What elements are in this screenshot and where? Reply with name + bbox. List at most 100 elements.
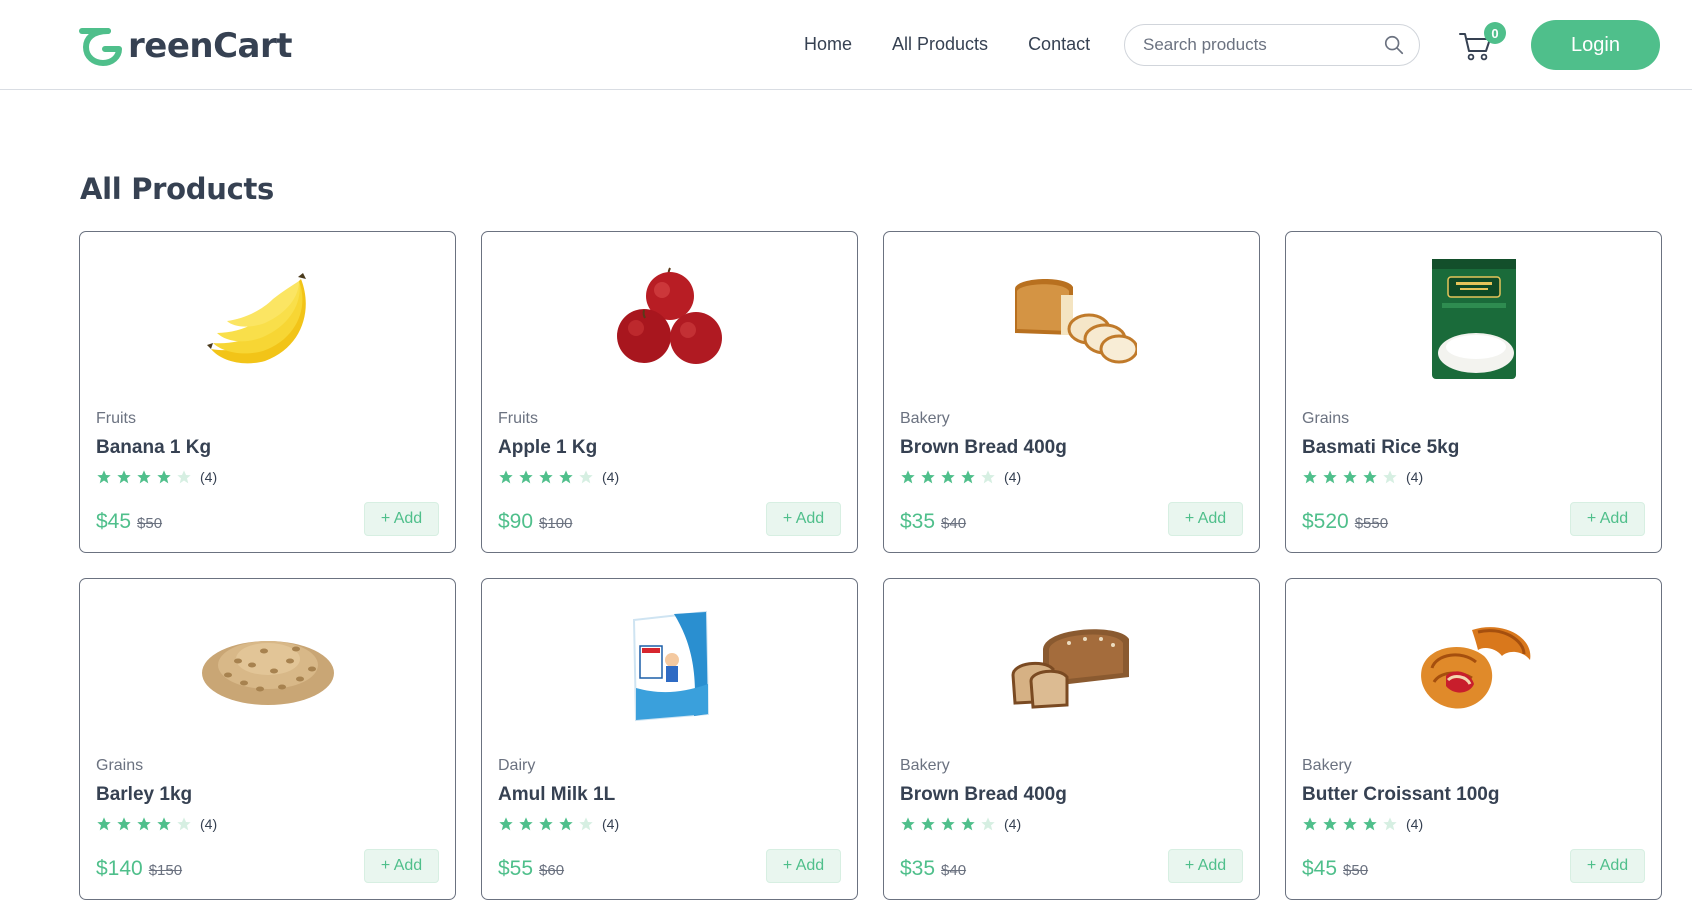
price-current: $45 <box>96 510 132 533</box>
product-card[interactable]: Bakery Brown Bread 400g (4) $35 $40 + Ad… <box>883 231 1260 553</box>
product-card[interactable]: Dairy Amul Milk 1L (4) $55 $60 + Add <box>481 578 858 900</box>
star-filled-icon <box>901 470 915 484</box>
barley-image[interactable] <box>80 601 455 731</box>
star-empty-icon <box>1383 470 1397 484</box>
rating-count: (4) <box>1004 816 1022 832</box>
banana-image[interactable] <box>80 254 455 384</box>
star-filled-icon <box>1323 817 1337 831</box>
rating-count: (4) <box>1406 816 1424 832</box>
star-empty-icon <box>1383 817 1397 831</box>
star-filled-icon <box>559 470 573 484</box>
add-to-cart-button[interactable]: + Add <box>766 849 841 883</box>
star-filled-icon <box>961 470 975 484</box>
product-price: $55 $60 <box>498 857 564 881</box>
star-filled-icon <box>1343 470 1357 484</box>
product-category: Fruits <box>96 410 136 427</box>
product-name[interactable]: Brown Bread 400g <box>900 437 1067 459</box>
star-filled-icon <box>961 817 975 831</box>
product-grid: Fruits Banana 1 Kg (4) $45 $50 + Add Fru… <box>79 231 1662 900</box>
star-filled-icon <box>157 470 171 484</box>
price-current: $55 <box>498 857 534 880</box>
star-filled-icon <box>499 470 513 484</box>
product-rating: (4) <box>900 816 1021 832</box>
rating-count: (4) <box>1406 469 1424 485</box>
rating-count: (4) <box>200 469 218 485</box>
product-price: $520 $550 <box>1302 510 1388 534</box>
page-title: All Products <box>80 172 275 206</box>
add-to-cart-button[interactable]: + Add <box>364 502 439 536</box>
nav-home[interactable]: Home <box>804 34 852 55</box>
star-filled-icon <box>539 470 553 484</box>
logo-text: reenCart <box>128 26 293 66</box>
add-to-cart-button[interactable]: + Add <box>1570 849 1645 883</box>
greencart-logo[interactable]: reenCart <box>78 24 293 68</box>
nav-contact[interactable]: Contact <box>1028 34 1090 55</box>
star-filled-icon <box>97 470 111 484</box>
product-rating: (4) <box>498 816 619 832</box>
product-name[interactable]: Butter Croissant 100g <box>1302 784 1499 806</box>
product-rating: (4) <box>1302 469 1423 485</box>
star-filled-icon <box>519 470 533 484</box>
login-button[interactable]: Login <box>1531 20 1660 70</box>
add-to-cart-button[interactable]: + Add <box>1168 502 1243 536</box>
milk-pouch-image[interactable] <box>482 601 857 731</box>
sliced-bread-image[interactable] <box>884 254 1259 384</box>
price-current: $520 <box>1302 510 1349 533</box>
product-category: Bakery <box>900 757 950 774</box>
product-card[interactable]: Grains Barley 1kg (4) $140 $150 + Add <box>79 578 456 900</box>
star-filled-icon <box>157 817 171 831</box>
product-name[interactable]: Amul Milk 1L <box>498 784 615 806</box>
star-filled-icon <box>1343 817 1357 831</box>
search-input[interactable] <box>1141 34 1383 56</box>
product-price: $45 $50 <box>96 510 162 534</box>
product-name[interactable]: Banana 1 Kg <box>96 437 211 459</box>
product-rating: (4) <box>900 469 1021 485</box>
star-filled-icon <box>137 470 151 484</box>
product-name[interactable]: Brown Bread 400g <box>900 784 1067 806</box>
apple-image[interactable] <box>482 254 857 384</box>
add-to-cart-button[interactable]: + Add <box>766 502 841 536</box>
rice-bag-image[interactable] <box>1286 254 1661 384</box>
add-to-cart-button[interactable]: + Add <box>364 849 439 883</box>
product-category: Bakery <box>900 410 950 427</box>
star-filled-icon <box>941 470 955 484</box>
product-name[interactable]: Basmati Rice 5kg <box>1302 437 1459 459</box>
product-name[interactable]: Apple 1 Kg <box>498 437 597 459</box>
brown-loaf-image[interactable] <box>884 601 1259 731</box>
cart-count-badge: 0 <box>1484 22 1506 44</box>
star-filled-icon <box>117 817 131 831</box>
star-filled-icon <box>1363 817 1377 831</box>
price-original: $50 <box>1343 862 1369 879</box>
product-card[interactable]: Bakery Brown Bread 400g (4) $35 $40 + Ad… <box>883 578 1260 900</box>
product-card[interactable]: Grains Basmati Rice 5kg (4) $520 $550 + … <box>1285 231 1662 553</box>
search-bar <box>1124 24 1420 66</box>
add-to-cart-button[interactable]: + Add <box>1570 502 1645 536</box>
product-card[interactable]: Fruits Banana 1 Kg (4) $45 $50 + Add <box>79 231 456 553</box>
product-category: Fruits <box>498 410 538 427</box>
price-original: $150 <box>148 862 183 879</box>
add-to-cart-button[interactable]: + Add <box>1168 849 1243 883</box>
search-icon[interactable] <box>1383 34 1405 56</box>
price-original: $40 <box>941 515 967 532</box>
star-filled-icon <box>117 470 131 484</box>
product-rating: (4) <box>1302 816 1423 832</box>
product-category: Grains <box>96 757 144 774</box>
product-category: Grains <box>1302 410 1350 427</box>
star-filled-icon <box>901 817 915 831</box>
product-rating: (4) <box>498 469 619 485</box>
navbar: reenCart Home All Products Contact 0 Log… <box>0 0 1692 90</box>
product-card[interactable]: Bakery Butter Croissant 100g (4) $45 $50… <box>1285 578 1662 900</box>
logo-g-icon <box>79 28 122 66</box>
product-card[interactable]: Fruits Apple 1 Kg (4) $90 $100 + Add <box>481 231 858 553</box>
star-filled-icon <box>921 470 935 484</box>
product-price: $45 $50 <box>1302 857 1368 881</box>
product-price: $90 $100 <box>498 510 572 534</box>
price-original: $100 <box>539 515 573 532</box>
rating-count: (4) <box>200 816 218 832</box>
star-filled-icon <box>1303 470 1317 484</box>
croissant-image[interactable] <box>1286 601 1661 731</box>
nav-all-products[interactable]: All Products <box>892 34 988 55</box>
product-name[interactable]: Barley 1kg <box>96 784 192 806</box>
product-rating: (4) <box>96 816 217 832</box>
star-filled-icon <box>921 817 935 831</box>
